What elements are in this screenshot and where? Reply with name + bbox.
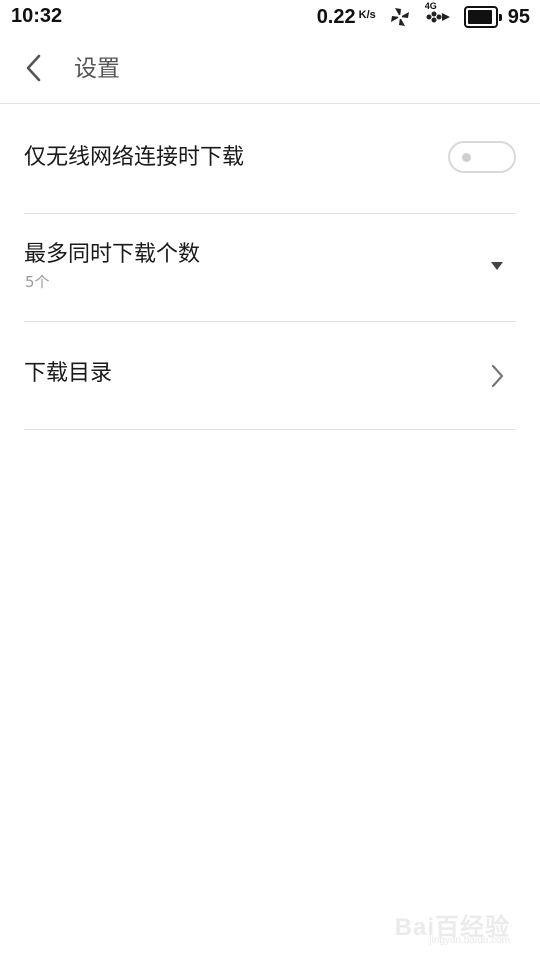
network-type-label: 4G — [424, 1, 437, 11]
setting-title: 仅无线网络连接时下载 — [24, 145, 245, 170]
watermark-sub: jingyan.baidu.com — [429, 935, 510, 946]
battery-level: 95 — [507, 5, 530, 28]
app-header: 设置 — [0, 34, 540, 104]
chevron-left-icon — [26, 54, 41, 82]
back-button[interactable] — [14, 48, 54, 88]
setting-title: 最多同时下载个数 — [24, 242, 201, 267]
pinwheel-icon — [388, 5, 412, 29]
watermark-logo: Bai百经验 jingyan.baidu.com — [395, 907, 510, 946]
network-speed: 0.22 — [316, 5, 356, 28]
wifi-only-toggle[interactable] — [448, 141, 516, 173]
toggle-knob — [462, 153, 471, 162]
battery-fill — [467, 10, 493, 24]
page-title: 设置 — [74, 56, 120, 82]
setting-max-concurrent-downloads[interactable]: 最多同时下载个数 5个 — [24, 214, 516, 322]
setting-download-directory[interactable]: 下载目录 — [24, 322, 516, 430]
setting-wifi-only-download[interactable]: 仅无线网络连接时下载 — [24, 104, 516, 214]
setting-title: 下载目录 — [24, 361, 113, 386]
chevron-right-icon — [491, 364, 504, 388]
status-bar: 10:32 0.22 K/s 4G 95 — [0, 0, 540, 34]
status-indicators: 0.22 K/s 4G 95 — [316, 1, 530, 30]
setting-value: 5个 — [25, 273, 50, 291]
network-speed-unit: K/s — [358, 9, 376, 21]
battery-icon — [463, 6, 502, 28]
settings-list: 仅无线网络连接时下载 最多同时下载个数 5个 下载目录 — [24, 104, 516, 430]
status-time: 10:32 — [11, 5, 63, 27]
dropdown-triangle-icon[interactable] — [490, 261, 504, 271]
signal-4g-icon: 4G — [425, 1, 452, 26]
